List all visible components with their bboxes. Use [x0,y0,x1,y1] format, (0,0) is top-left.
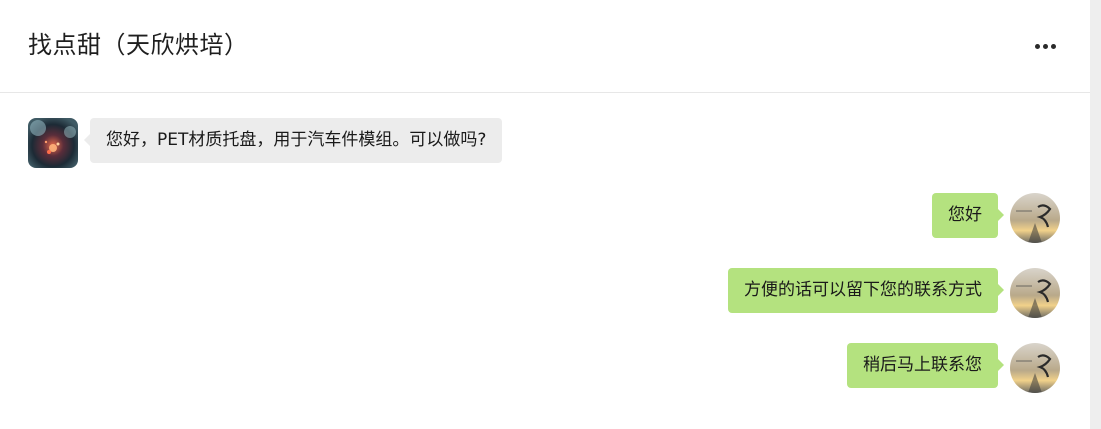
more-options-icon[interactable] [1030,36,1060,56]
chat-title: 找点甜（天欣烘培） [28,31,249,59]
scrollbar-track[interactable] [1090,0,1101,429]
message-bubble-outgoing[interactable]: 您好 [932,193,1004,238]
self-avatar[interactable] [1010,193,1060,243]
message-bubble-outgoing[interactable]: 稍后马上联系您 [847,343,1004,388]
contact-avatar[interactable] [28,118,78,168]
message-bubble-incoming[interactable]: 您好，PET材质托盘，用于汽车件模组。可以做吗? [83,118,503,163]
message-bubble-outgoing[interactable]: 方便的话可以留下您的联系方式 [728,268,1004,313]
chat-panel: 找点甜（天欣烘培） 您好，PET材质托盘，用于汽车件模组。可以做吗? 您好 方便… [0,0,1090,429]
self-avatar[interactable] [1010,268,1060,318]
self-avatar[interactable] [1010,343,1060,393]
chat-header: 找点甜（天欣烘培） [0,0,1090,93]
